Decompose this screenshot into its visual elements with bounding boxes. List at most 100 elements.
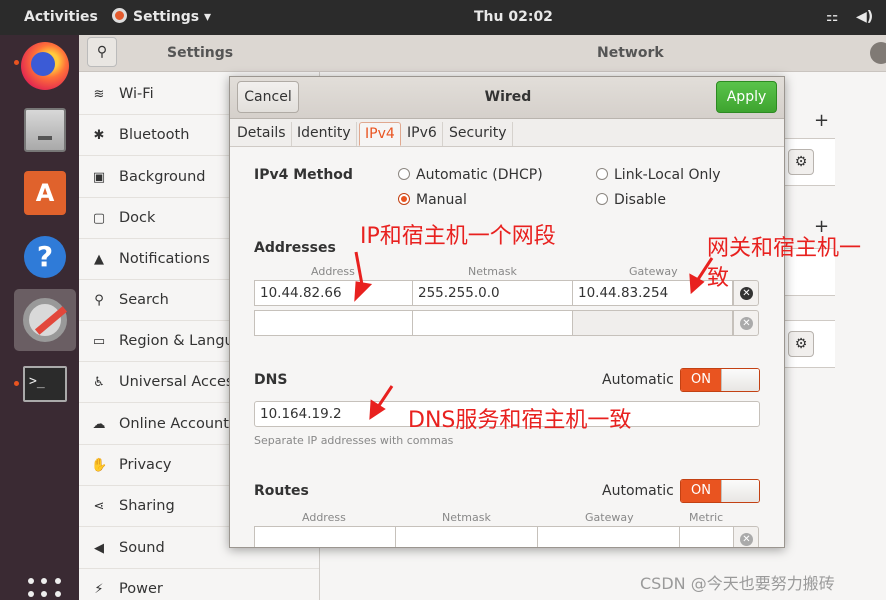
sidebar-item-label: Dock [119, 210, 156, 226]
radio-unchecked-icon [596, 168, 608, 180]
dns-label: DNS [254, 372, 288, 388]
sidebar-item-label: Online Accounts [119, 416, 237, 432]
network-status-icon[interactable]: ⚏ [826, 0, 839, 35]
radio-link-local-only[interactable]: Link-Local Only [596, 167, 721, 183]
help-launcher[interactable]: ? [14, 226, 76, 288]
software-store-icon: A [24, 171, 66, 215]
sidebar-item-label: Universal Access [119, 374, 242, 390]
volume-icon[interactable]: ◀) [856, 0, 873, 35]
close-icon: ✕ [740, 317, 753, 330]
annotation-dns: DNS服务和宿主机一致 [408, 408, 632, 433]
speaker-icon: ◀ [94, 541, 104, 556]
software-launcher[interactable]: A [14, 162, 76, 224]
route-address-input[interactable] [254, 526, 396, 547]
address-input-empty[interactable] [254, 310, 413, 336]
ipv4-method-label: IPv4 Method [254, 167, 353, 183]
page-title: Network [597, 45, 664, 61]
search-icon: ⚲ [96, 44, 108, 60]
dialog-tabs: Details Identity IPv4 IPv6 Security [230, 119, 784, 147]
search-icon: ⚲ [94, 293, 104, 308]
app-menu[interactable]: Settings ▾ [112, 0, 211, 35]
terminal-icon: >_ [23, 366, 67, 402]
settings-icon [23, 298, 67, 342]
routes-automatic-switch[interactable]: ON [680, 479, 760, 503]
files-icon [24, 108, 66, 152]
radio-label: Disable [614, 192, 666, 208]
radio-checked-icon [398, 193, 410, 205]
window-close-button[interactable] [870, 42, 886, 64]
delete-address-button-disabled[interactable]: ✕ [733, 310, 759, 336]
help-icon: ? [24, 236, 66, 278]
switch-knob [721, 369, 759, 391]
netmask-input[interactable]: 255.255.0.0 [412, 280, 573, 306]
tab-details[interactable]: Details [232, 122, 292, 146]
delete-address-button[interactable]: ✕ [733, 280, 759, 306]
radio-label: Automatic (DHCP) [416, 167, 543, 183]
sidebar-item-label: Search [119, 292, 169, 308]
power-icon: ⚡ [94, 582, 104, 597]
sidebar-item-label: Wi-Fi [119, 86, 154, 102]
radio-manual[interactable]: Manual [398, 192, 467, 208]
app-menu-label: Settings ▾ [133, 9, 211, 25]
dialog-header: Cancel Wired Apply [230, 77, 784, 119]
tab-security[interactable]: Security [444, 122, 513, 146]
sidebar-item-label: Notifications [119, 251, 210, 267]
show-applications-icon[interactable] [28, 578, 62, 600]
dns-hint: Separate IP addresses with commas [254, 434, 454, 447]
routes-column-gateway: Gateway [585, 511, 634, 524]
tab-ipv4[interactable]: IPv4 [359, 122, 401, 146]
wired-settings-dialog: Cancel Wired Apply Details Identity IPv4… [229, 76, 785, 548]
add-connection-icon[interactable]: + [814, 110, 829, 131]
dns-automatic-label: Automatic [602, 372, 674, 388]
dns-automatic-switch[interactable]: ON [680, 368, 760, 392]
switch-on-label: ON [681, 480, 721, 502]
tab-ipv6[interactable]: IPv6 [402, 122, 443, 146]
radio-automatic-dhcp[interactable]: Automatic (DHCP) [398, 167, 543, 183]
radio-label: Manual [416, 192, 467, 208]
region-icon: ▭ [92, 334, 106, 349]
accessibility-icon: ♿ [93, 375, 105, 390]
close-icon: ✕ [740, 287, 753, 300]
dock-icon: ▢ [92, 211, 106, 226]
files-launcher[interactable] [14, 99, 76, 161]
column-address: Address [311, 265, 355, 278]
sidebar-title: Settings [167, 45, 234, 61]
close-icon: ✕ [740, 533, 753, 546]
firefox-launcher[interactable] [14, 35, 76, 97]
wifi-icon: ≋ [93, 87, 105, 102]
online-accounts-icon: ☁ [92, 417, 106, 432]
gateway-input-empty[interactable] [572, 310, 733, 336]
activities-button[interactable]: Activities [24, 0, 98, 35]
sidebar-item-power[interactable]: ⚡ Power [79, 569, 319, 600]
sidebar-item-label: Sharing [119, 498, 175, 514]
route-metric-input[interactable] [679, 526, 734, 547]
clock[interactable]: Thu 02:02 [474, 0, 553, 35]
radio-disable[interactable]: Disable [596, 192, 666, 208]
share-icon: ⋖ [93, 499, 105, 514]
delete-route-button[interactable]: ✕ [733, 526, 759, 547]
route-netmask-input[interactable] [395, 526, 538, 547]
routes-column-address: Address [302, 511, 346, 524]
search-button[interactable]: ⚲ [87, 37, 117, 67]
gear-icon[interactable]: ⚙ [788, 149, 814, 175]
radio-unchecked-icon [398, 168, 410, 180]
sidebar-item-label: Sound [119, 540, 165, 556]
switch-on-label: ON [681, 369, 721, 391]
settings-launcher[interactable] [14, 289, 76, 351]
netmask-input-empty[interactable] [412, 310, 573, 336]
add-vpn-icon[interactable]: + [814, 216, 829, 237]
watermark: CSDN @今天也要努力搬砖 [640, 574, 835, 593]
radio-label: Link-Local Only [614, 167, 721, 183]
tab-identity[interactable]: Identity [292, 122, 357, 146]
column-netmask: Netmask [468, 265, 517, 278]
radio-unchecked-icon [596, 193, 608, 205]
routes-column-netmask: Netmask [442, 511, 491, 524]
terminal-launcher[interactable]: >_ [14, 353, 76, 415]
sidebar-item-label: Background [119, 169, 206, 185]
gear-icon[interactable]: ⚙ [788, 331, 814, 357]
sidebar-item-label: Bluetooth [119, 127, 190, 143]
address-input[interactable]: 10.44.82.66 [254, 280, 413, 306]
route-gateway-input[interactable] [537, 526, 680, 547]
dock: A ? >_ [0, 35, 79, 600]
apply-button[interactable]: Apply [716, 81, 777, 113]
